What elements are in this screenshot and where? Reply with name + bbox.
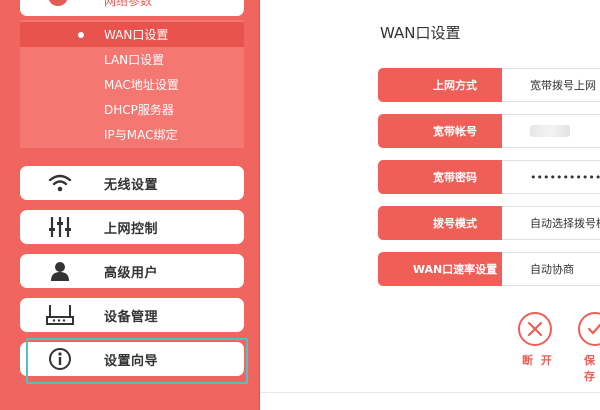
- field-dial-mode: 拨号模式 自动选择拨号模: [378, 206, 600, 240]
- field-label: 拨号模式: [378, 206, 502, 240]
- submenu-item-dhcp[interactable]: DHCP服务器: [20, 97, 244, 122]
- sidebar-item-internet-control[interactable]: 上网控制: [20, 210, 244, 244]
- sidebar-item-label: 网络参数: [104, 0, 153, 8]
- field-label: 宽带密码: [378, 160, 502, 194]
- dial-mode-select[interactable]: 自动选择拨号模: [502, 206, 600, 240]
- broadband-account-input[interactable]: [502, 114, 600, 148]
- submenu-item-label: DHCP服务器: [104, 103, 174, 117]
- save-button[interactable]: [578, 312, 600, 346]
- redacted-value: [530, 125, 570, 137]
- submenu-item-mac[interactable]: MAC地址设置: [20, 72, 244, 97]
- router-icon: [40, 302, 80, 328]
- field-wan-speed: WAN口速率设置 自动协商: [378, 252, 600, 286]
- field-label: WAN口速率设置: [378, 252, 502, 286]
- globe-icon: [48, 0, 68, 6]
- sidebar-item-label: 上网控制: [104, 221, 159, 237]
- page-title: WAN口设置: [380, 24, 461, 42]
- disconnect-button[interactable]: [518, 312, 552, 346]
- submenu-item-label: IP与MAC绑定: [104, 128, 178, 142]
- sidebar-item-network[interactable]: 网络参数: [20, 0, 244, 16]
- active-dot-icon: [78, 32, 84, 38]
- sidebar-item-setup-wizard[interactable]: 设置向导: [20, 342, 244, 376]
- disconnect-label: 断 开: [522, 354, 554, 367]
- sidebar-item-advanced-user[interactable]: 高级用户: [20, 254, 244, 288]
- sidebar-item-device-management[interactable]: 设备管理: [20, 298, 244, 332]
- wifi-icon: [40, 170, 80, 196]
- info-icon: [40, 346, 80, 372]
- field-connection-type: 上网方式 宽带拨号上网: [378, 68, 600, 102]
- user-icon: [40, 258, 80, 284]
- network-submenu: WAN口设置 LAN口设置 MAC地址设置 DHCP服务器 IP与MAC绑定: [20, 20, 244, 148]
- field-label: 上网方式: [378, 68, 502, 102]
- sidebar-divider: [259, 0, 260, 410]
- close-icon: [527, 321, 543, 337]
- submenu-item-lan[interactable]: LAN口设置: [20, 47, 244, 72]
- sidebar-item-wireless[interactable]: 无线设置: [20, 166, 244, 200]
- sidebar-item-label: 设备管理: [104, 309, 159, 325]
- check-icon: [587, 323, 600, 335]
- submenu-item-label: WAN口设置: [104, 28, 169, 42]
- submenu-item-label: MAC地址设置: [104, 78, 179, 92]
- save-label: 保存: [584, 354, 597, 383]
- submenu-item-label: LAN口设置: [104, 53, 165, 67]
- sidebar-item-label: 设置向导: [104, 353, 159, 369]
- sliders-icon: [40, 214, 80, 240]
- field-broadband-account: 宽带帐号: [378, 114, 600, 148]
- connection-type-select[interactable]: 宽带拨号上网: [502, 68, 600, 102]
- submenu-item-wan[interactable]: WAN口设置: [20, 22, 244, 47]
- wan-speed-select[interactable]: 自动协商: [502, 252, 600, 286]
- divider: [260, 392, 600, 393]
- submenu-item-ipmac[interactable]: IP与MAC绑定: [20, 122, 244, 147]
- sidebar-item-label: 高级用户: [104, 265, 159, 281]
- field-label: 宽带帐号: [378, 114, 502, 148]
- broadband-password-input[interactable]: ••••••••••••••: [502, 160, 600, 194]
- sidebar-item-label: 无线设置: [104, 177, 159, 193]
- field-broadband-password: 宽带密码 ••••••••••••••: [378, 160, 600, 194]
